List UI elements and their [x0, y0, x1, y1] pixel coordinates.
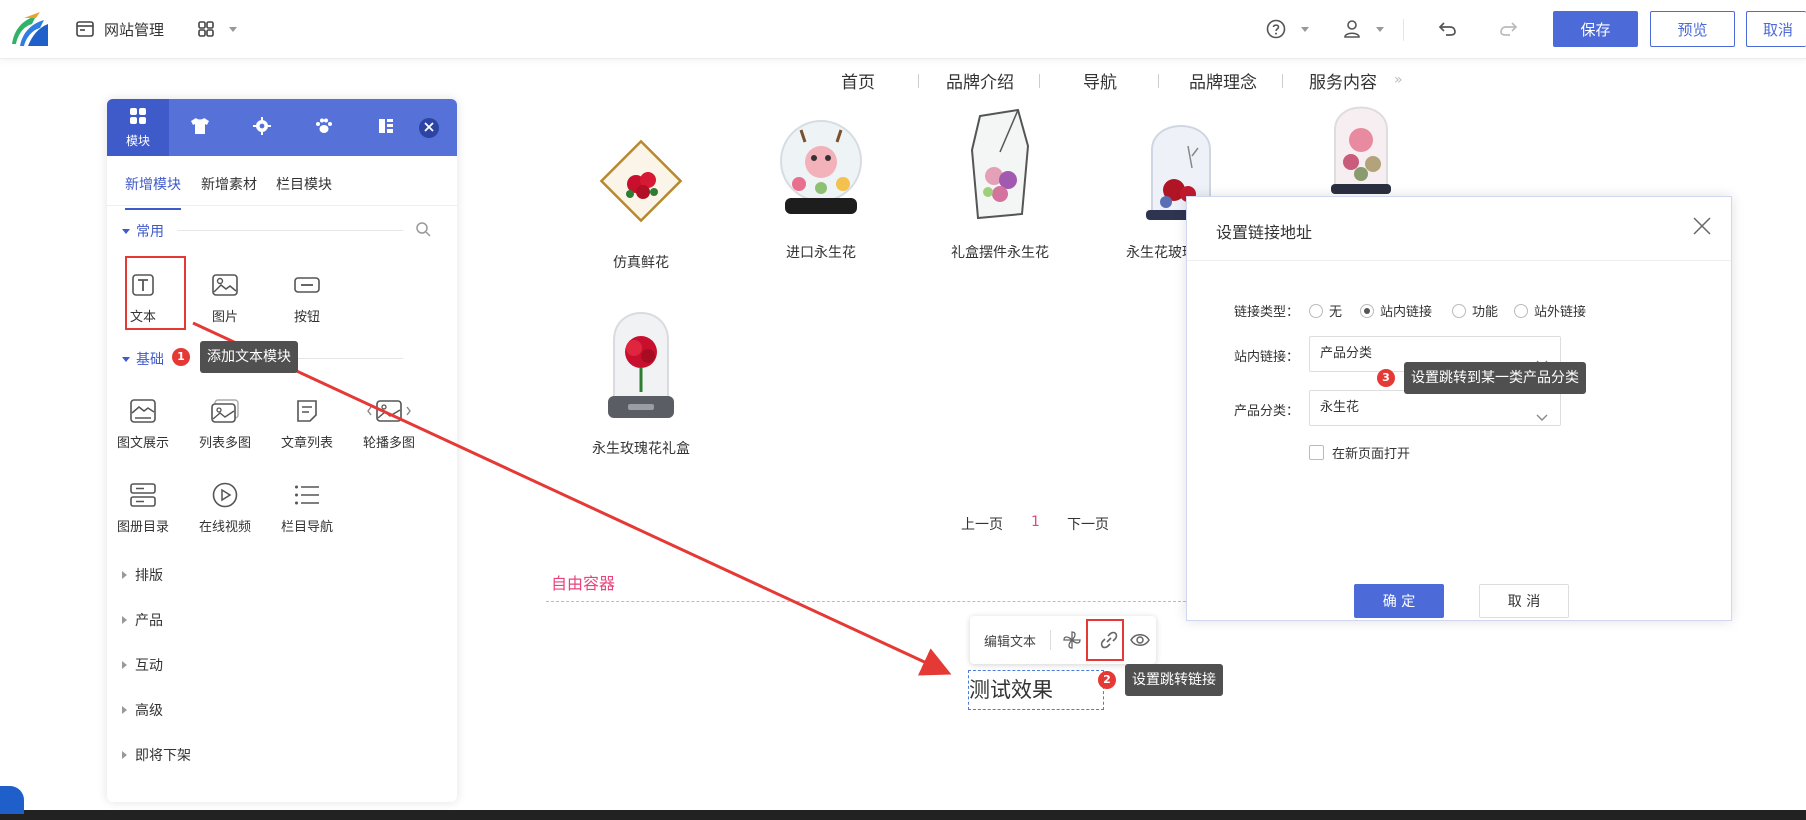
bottom-bar: [0, 810, 1806, 820]
dialog-title: 设置链接地址: [1216, 223, 1313, 242]
radio-internal-label: 站内链接: [1380, 305, 1433, 320]
radio-circle: [1360, 303, 1374, 318]
dialog-divider: [1187, 260, 1731, 261]
tooltip-set-link: 设置跳转链接: [1125, 664, 1223, 696]
radio-function[interactable]: 功能: [1452, 301, 1498, 320]
checkbox-box: [1309, 445, 1324, 460]
link-type-label: 链接类型：: [1234, 305, 1300, 320]
product-category-label: 产品分类：: [1234, 404, 1300, 419]
radio-none[interactable]: 无: [1309, 301, 1342, 320]
radio-none-label: 无: [1329, 305, 1343, 320]
radio-external-link[interactable]: 站外链接: [1514, 301, 1586, 320]
radio-function-label: 功能: [1472, 305, 1499, 320]
open-new-window-checkbox[interactable]: 在新页面打开: [1309, 443, 1410, 462]
radio-circle: [1452, 303, 1466, 318]
chevron-down-icon: [1536, 402, 1548, 436]
radio-internal-link[interactable]: 站内链接: [1360, 301, 1432, 320]
radio-external-label: 站外链接: [1534, 305, 1587, 320]
step-badge: 1: [172, 348, 190, 366]
product-category-value: 永生花: [1320, 400, 1360, 415]
open-new-window-label: 在新页面打开: [1332, 447, 1411, 462]
confirm-button[interactable]: 确 定: [1354, 584, 1444, 618]
dialog-cancel-button[interactable]: 取 消: [1479, 584, 1569, 618]
link-settings-dialog: 设置链接地址 链接类型： 无 站内链接 功能 站外链接 站内链接： 产品分类 产…: [1186, 196, 1732, 621]
floating-service-icon[interactable]: [0, 786, 24, 814]
tooltip-add-text: 添加文本模块: [200, 341, 298, 373]
tooltip-set-category: 设置跳转到某一类产品分类: [1404, 362, 1586, 394]
radio-circle: [1514, 303, 1528, 318]
product-category-select[interactable]: 永生花: [1309, 390, 1561, 426]
close-icon[interactable]: [1691, 215, 1713, 237]
step-badge: 3: [1377, 369, 1395, 387]
internal-link-label: 站内链接：: [1234, 350, 1300, 365]
radio-circle: [1309, 303, 1323, 318]
step-badge: 2: [1098, 671, 1116, 689]
internal-link-value: 产品分类: [1320, 346, 1373, 361]
